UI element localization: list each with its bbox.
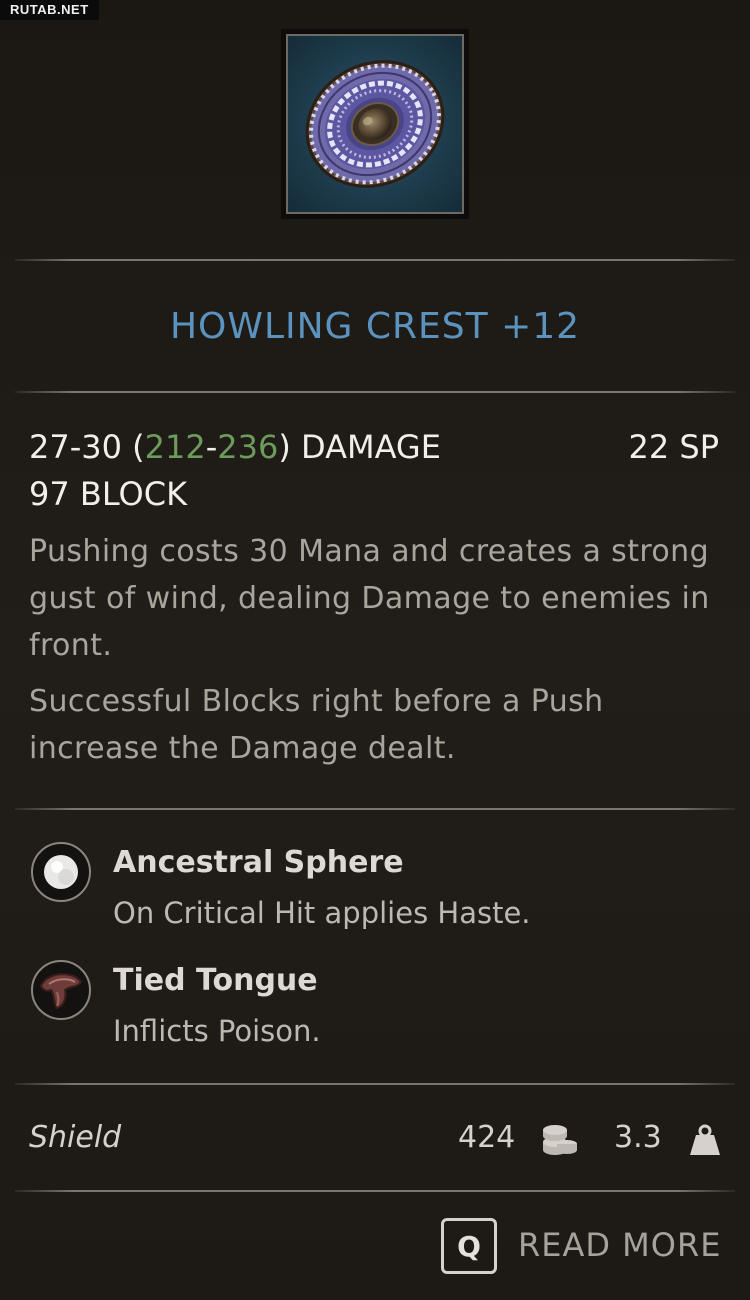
damage-scaled-dash: - [205, 428, 218, 466]
gem-effect-ancestral-sphere: On Critical Hit applies Haste. [113, 896, 531, 930]
item-price: 424 [458, 1120, 516, 1155]
divider-top [15, 259, 735, 261]
round-shield-icon [305, 60, 445, 188]
damage-stat: 27-30 (212-236) DAMAGE [29, 428, 441, 466]
coins-icon [543, 1125, 577, 1155]
gem-name-tied-tongue: Tied Tongue [113, 963, 318, 998]
item-icon-background [286, 34, 464, 214]
damage-label: DAMAGE [290, 428, 441, 466]
divider-gems [15, 808, 735, 810]
tied-tongue-icon [31, 960, 91, 1020]
gem-name-ancestral-sphere: Ancestral Sphere [113, 845, 404, 880]
divider-title [15, 391, 735, 393]
pearl-graphic [44, 855, 78, 889]
damage-scaled-max: 236 [217, 428, 279, 466]
stamina-cost: 22 SP [628, 428, 720, 466]
divider-bottom [15, 1190, 735, 1192]
item-type: Shield [29, 1120, 122, 1155]
damage-paren-open: ( [121, 428, 145, 466]
gem-effect-tied-tongue: Inflicts Poison. [113, 1014, 321, 1048]
read-more-button[interactable]: READ MORE [518, 1226, 721, 1264]
read-more-key-hint[interactable]: Q [441, 1218, 497, 1274]
white-pearl-icon [31, 842, 91, 902]
item-weight: 3.3 [614, 1120, 662, 1155]
item-title: HOWLING CREST +12 [169, 306, 581, 347]
site-watermark: RUTAB.NET [0, 0, 99, 20]
damage-scaled-min: 212 [144, 428, 206, 466]
damage-paren-close: ) [278, 428, 291, 466]
divider-footer [15, 1083, 735, 1085]
tongue-graphic [39, 973, 83, 1010]
weight-icon [690, 1124, 720, 1155]
damage-base: 27-30 [29, 428, 122, 466]
block-stat: 97 BLOCK [29, 475, 188, 513]
item-description-2: Successful Blocks right before a Push in… [29, 684, 604, 766]
item-icon-frame [281, 29, 469, 219]
item-description-1: Pushing costs 30 Mana and creates a stro… [29, 534, 710, 663]
